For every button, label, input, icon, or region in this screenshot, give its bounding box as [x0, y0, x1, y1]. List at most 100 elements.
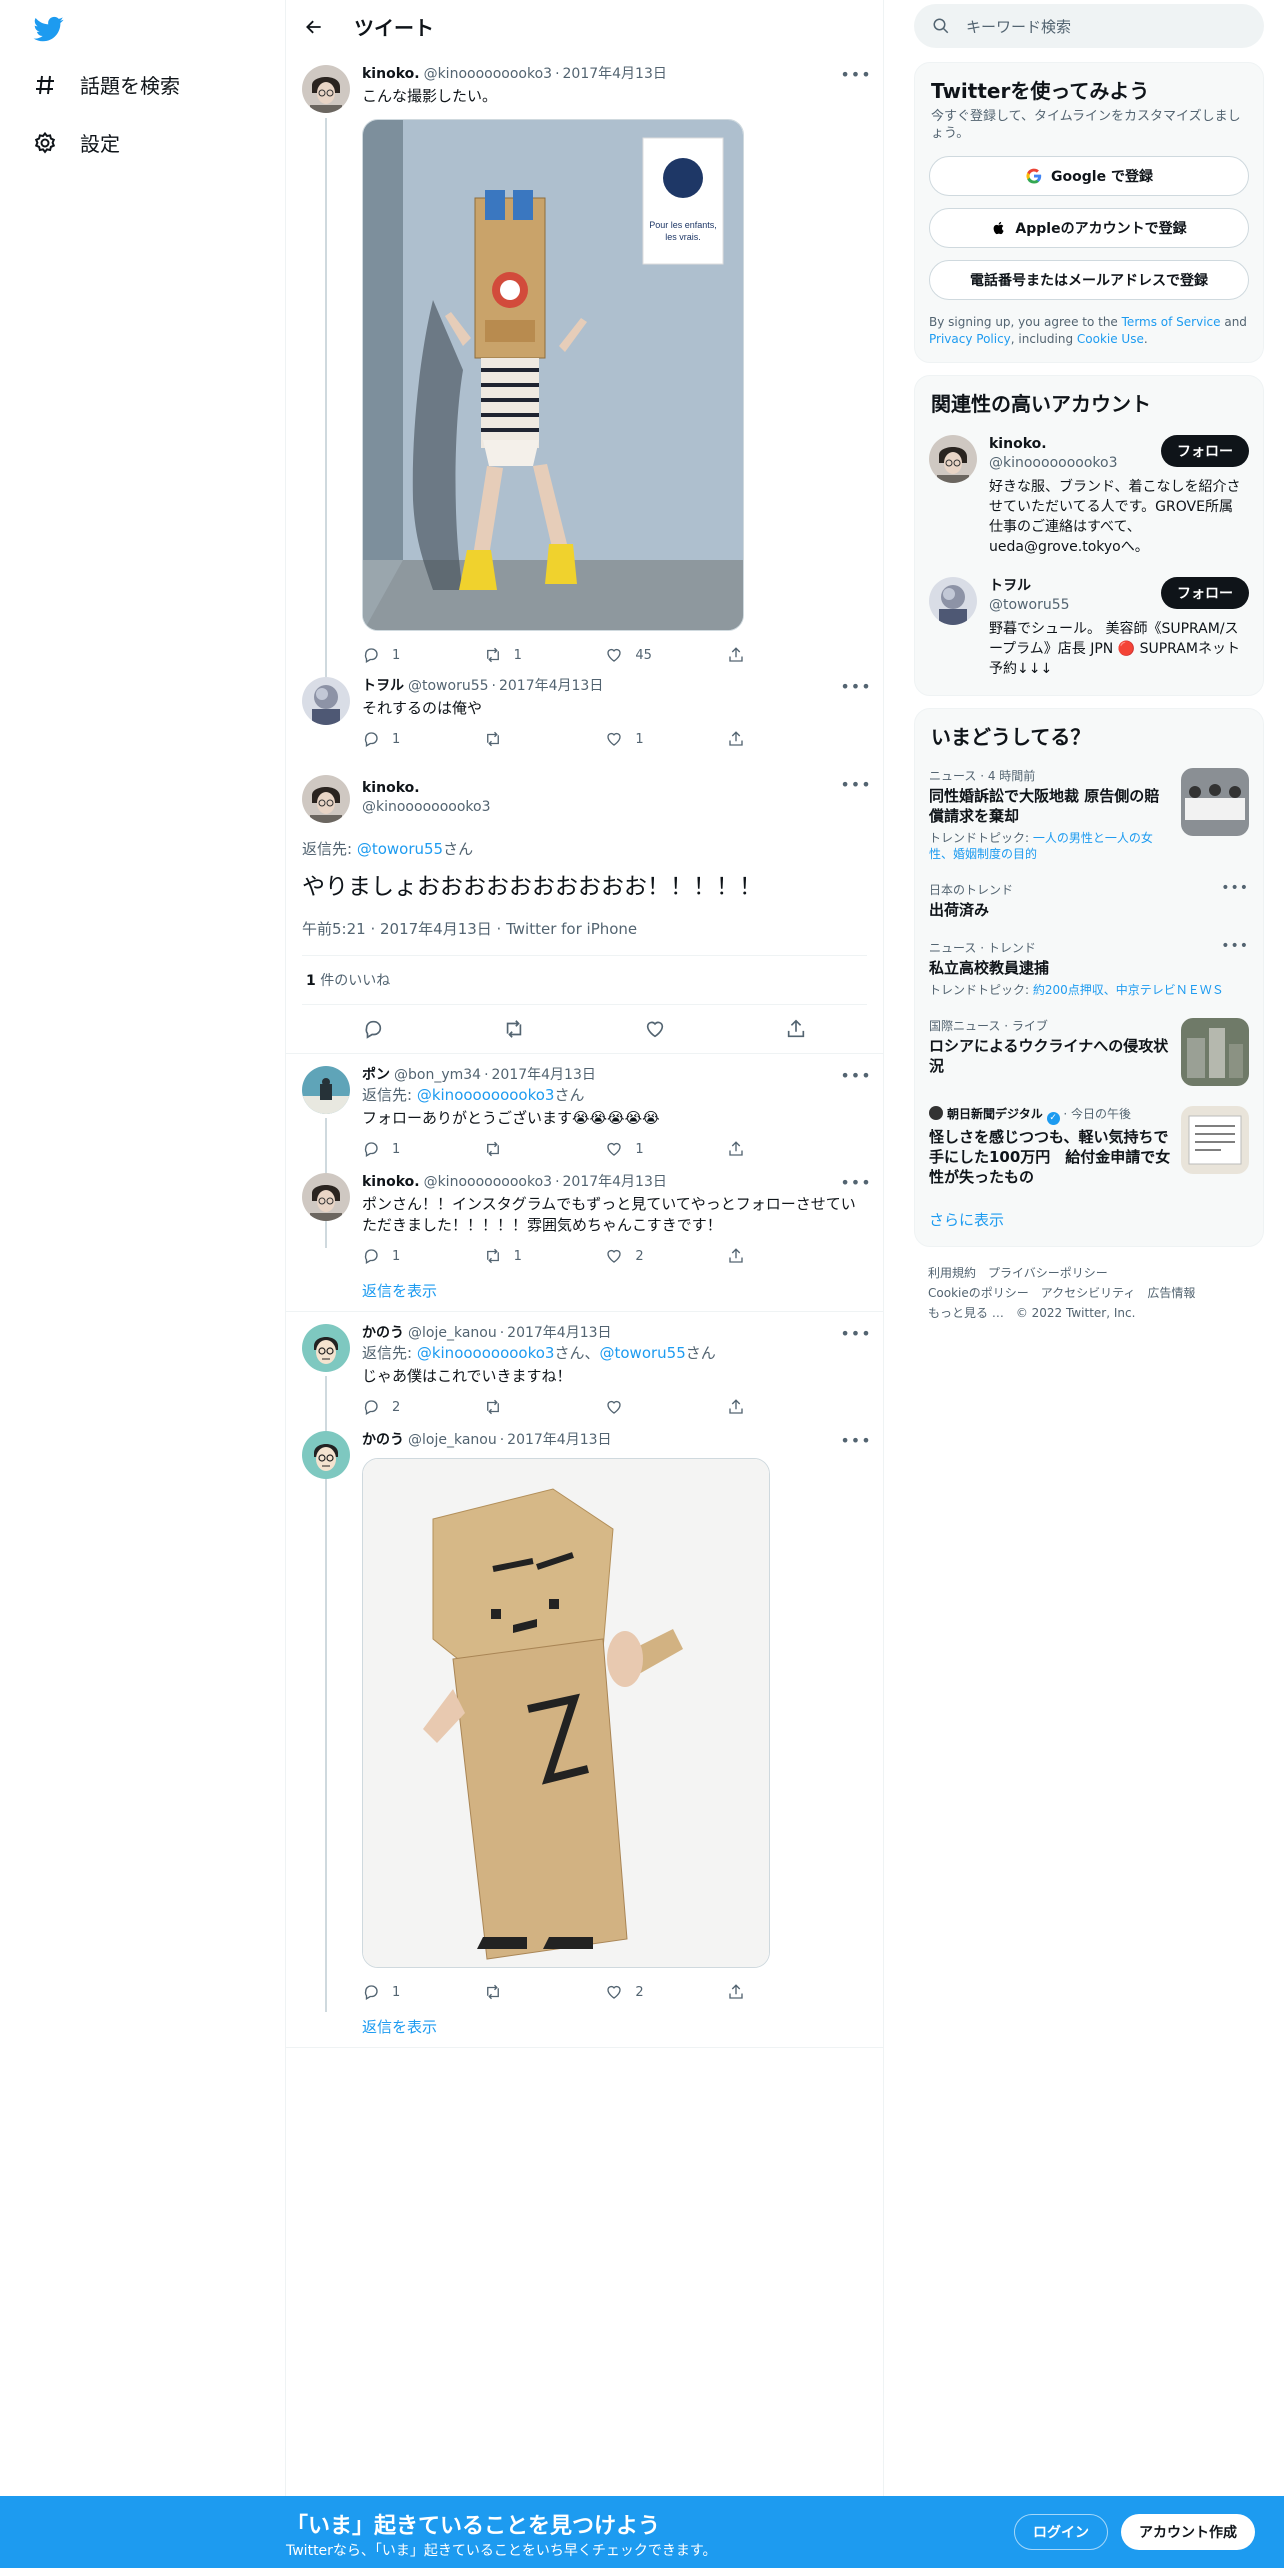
- reply-button[interactable]: 1: [362, 1247, 422, 1265]
- like-button[interactable]: [605, 1398, 665, 1416]
- nav-explore[interactable]: 話題を検索: [32, 70, 180, 99]
- back-arrow-icon[interactable]: [300, 13, 328, 41]
- share-button[interactable]: [727, 1983, 787, 2001]
- reply-button[interactable]: 1: [362, 1983, 422, 2001]
- tweet[interactable]: ••• kinoko. @kinooooooooko3 · 2017年4月13日…: [286, 1163, 883, 1270]
- retweet-icon[interactable]: [503, 1018, 525, 1040]
- mention-link[interactable]: @kinooooooooko3: [417, 1086, 555, 1104]
- tweet[interactable]: ••• ポン @bon_ym34 · 2017年4月13日 返信先: @kino…: [286, 1054, 883, 1163]
- avatar[interactable]: [302, 1173, 350, 1221]
- author-handle[interactable]: @kinooooooooko3: [424, 1173, 552, 1192]
- nav-settings[interactable]: 設定: [32, 128, 120, 157]
- tweet-date[interactable]: 2017年4月13日: [507, 1431, 611, 1450]
- author-name[interactable]: かのう: [362, 1324, 404, 1343]
- signup-button[interactable]: アカウント作成: [1121, 2514, 1255, 2550]
- retweet-button[interactable]: 1: [484, 646, 544, 664]
- like-button[interactable]: 1: [605, 1140, 665, 1158]
- cookie-link[interactable]: Cookie Use: [1077, 332, 1144, 346]
- reply-button[interactable]: 2: [362, 1398, 422, 1416]
- share-button[interactable]: [727, 1398, 787, 1416]
- tweet[interactable]: ••• kinoko. @kinooooooooko3 · 2017年4月13日…: [286, 53, 883, 669]
- follow-button[interactable]: フォロー: [1161, 435, 1249, 467]
- mention-link[interactable]: @toworu55: [357, 840, 443, 858]
- account-item[interactable]: kinoko. @kinooooooooko3 好きな服、ブランド、着こなしを紹…: [915, 425, 1263, 567]
- like-button[interactable]: 2: [605, 1983, 665, 2001]
- avatar[interactable]: [302, 1431, 350, 1479]
- footer-link[interactable]: Cookieのポリシー: [928, 1286, 1029, 1300]
- footer-link[interactable]: 利用規約: [928, 1266, 976, 1280]
- author-name[interactable]: kinoko.: [362, 779, 490, 798]
- share-icon[interactable]: [785, 1018, 807, 1040]
- footer-link[interactable]: プライバシーポリシー: [988, 1266, 1108, 1280]
- mention-link[interactable]: @kinooooooooko3: [417, 1344, 555, 1362]
- more-icon[interactable]: •••: [840, 1324, 870, 1343]
- more-icon[interactable]: •••: [1221, 938, 1249, 954]
- trend-item[interactable]: ニュース · 4 時間前 同性婚訴訟で大阪地裁 原告側の賠償請求を棄却 トレンド…: [915, 758, 1263, 872]
- tweet[interactable]: ••• かのう @loje_kanou · 2017年4月13日 返信先: @k…: [286, 1312, 883, 1421]
- tweet[interactable]: ••• かのう @loje_kanou · 2017年4月13日 1 2: [286, 1421, 883, 2006]
- more-icon[interactable]: •••: [840, 1066, 870, 1085]
- twitter-bird-icon[interactable]: [32, 14, 66, 44]
- author-handle[interactable]: @bon_ym34: [394, 1066, 481, 1085]
- avatar[interactable]: [929, 435, 977, 483]
- follow-button[interactable]: フォロー: [1161, 577, 1249, 609]
- avatar[interactable]: [302, 677, 350, 725]
- terms-link[interactable]: Terms of Service: [1122, 315, 1221, 329]
- share-button[interactable]: [727, 730, 787, 748]
- more-icon[interactable]: •••: [840, 1173, 870, 1192]
- footer-link[interactable]: もっと見る …: [928, 1306, 1004, 1320]
- retweet-button[interactable]: [484, 1398, 544, 1416]
- more-icon[interactable]: •••: [840, 1431, 870, 1450]
- trend-item[interactable]: 日本のトレンド 出荷済み •••: [915, 872, 1263, 930]
- more-icon[interactable]: •••: [840, 775, 870, 794]
- author-name[interactable]: ポン: [362, 1066, 390, 1085]
- mention-link[interactable]: @toworu55: [600, 1344, 686, 1362]
- trend-item[interactable]: 朝日新聞デジタル ✓ · 今日の午後 怪しさを感じつつも、軽い気持ちで手にした1…: [915, 1096, 1263, 1197]
- author-handle[interactable]: @loje_kanou: [408, 1324, 497, 1343]
- author-handle[interactable]: @kinooooooooko3: [424, 65, 552, 84]
- share-button[interactable]: [727, 1247, 787, 1265]
- tweet-meta[interactable]: 午前5:21 · 2017年4月13日 · Twitter for iPhone: [302, 918, 867, 956]
- like-button[interactable]: 1: [605, 730, 665, 748]
- trend-item[interactable]: 国際ニュース · ライブ ロシアによるウクライナへの侵攻状況: [915, 1008, 1263, 1096]
- more-icon[interactable]: •••: [840, 65, 870, 84]
- tweet-photo[interactable]: [362, 1458, 770, 1968]
- reply-button[interactable]: 1: [362, 730, 422, 748]
- author-name[interactable]: かのう: [362, 1431, 404, 1450]
- author-handle[interactable]: @toworu55: [408, 677, 489, 696]
- tweet[interactable]: ••• トヲル @toworu55 · 2017年4月13日 それするのは俺や …: [286, 669, 883, 753]
- search-input[interactable]: キーワード検索: [914, 4, 1264, 48]
- footer-link[interactable]: アクセシビリティ: [1041, 1286, 1136, 1300]
- avatar[interactable]: [302, 65, 350, 113]
- tweet-date[interactable]: 2017年4月13日: [499, 677, 603, 696]
- tweet-date[interactable]: 2017年4月13日: [507, 1324, 611, 1343]
- author-name[interactable]: kinoko.: [362, 65, 420, 84]
- account-item[interactable]: トヲル @toworu55 野暮でシュール。 美容師《SUPRAM/スープラム》…: [915, 567, 1263, 695]
- footer-link[interactable]: 広告情報: [1147, 1286, 1195, 1300]
- privacy-link[interactable]: Privacy Policy: [929, 332, 1011, 346]
- like-button[interactable]: 2: [605, 1247, 665, 1265]
- apple-signup-button[interactable]: Appleのアカウントで登録: [929, 208, 1249, 248]
- share-button[interactable]: [727, 1140, 787, 1158]
- retweet-button[interactable]: 1: [484, 1247, 544, 1265]
- avatar[interactable]: [302, 1066, 350, 1114]
- avatar[interactable]: [302, 1324, 350, 1372]
- retweet-button[interactable]: [484, 1140, 544, 1158]
- show-replies-link[interactable]: 返信を表示: [286, 2006, 883, 2047]
- google-signup-button[interactable]: Google で登録: [929, 156, 1249, 196]
- author-handle[interactable]: @kinooooooooko3: [362, 798, 490, 817]
- author-name[interactable]: kinoko.: [362, 1173, 420, 1192]
- share-button[interactable]: [727, 646, 787, 664]
- retweet-button[interactable]: [484, 730, 544, 748]
- reply-button[interactable]: 1: [362, 1140, 422, 1158]
- author-name[interactable]: トヲル: [362, 677, 404, 696]
- reply-button[interactable]: 1: [362, 646, 422, 664]
- author-handle[interactable]: @loje_kanou: [408, 1431, 497, 1450]
- show-replies-link[interactable]: 返信を表示: [286, 1270, 883, 1311]
- like-button[interactable]: 45: [605, 646, 665, 664]
- login-button[interactable]: ログイン: [1014, 2514, 1108, 2550]
- avatar[interactable]: [929, 577, 977, 625]
- reply-icon[interactable]: [362, 1018, 384, 1040]
- retweet-button[interactable]: [484, 1983, 544, 2001]
- likes-summary[interactable]: 1 件のいいね: [302, 956, 867, 1005]
